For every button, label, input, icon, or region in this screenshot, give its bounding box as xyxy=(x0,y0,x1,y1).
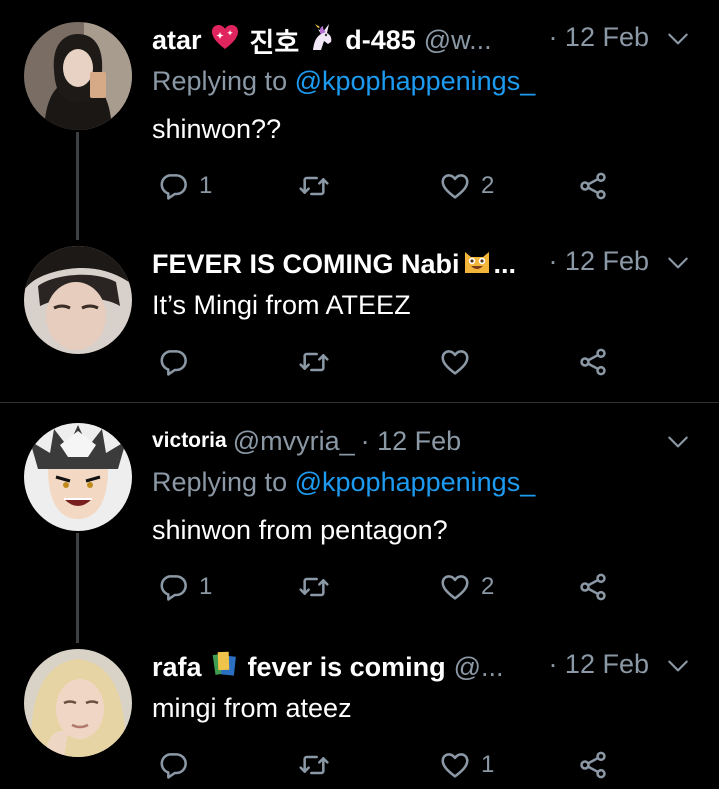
tweet-header: victoria @mvyria_ · 12 Feb xyxy=(152,423,461,459)
reply-count: 1 xyxy=(199,172,213,199)
tweet-text: shinwon from pentagon? xyxy=(152,515,448,545)
retweet-icon xyxy=(298,571,330,603)
reply-icon xyxy=(157,749,189,781)
replying-label: Replying to xyxy=(152,66,288,96)
avatar[interactable] xyxy=(24,22,132,130)
sparkling-heart-icon xyxy=(210,22,240,59)
like-icon xyxy=(439,346,471,378)
like-button[interactable] xyxy=(439,342,471,382)
like-button[interactable]: 2 xyxy=(439,166,494,206)
replying-to: Replying to @kpophappenings_ xyxy=(152,66,535,97)
action-bar: 1 2 xyxy=(152,567,622,607)
retweet-button[interactable] xyxy=(298,342,330,382)
action-bar: 1 xyxy=(152,745,622,785)
timestamp[interactable]: · 12 Feb xyxy=(548,22,649,53)
reply-button[interactable] xyxy=(157,342,189,382)
display-name[interactable]: rafa xyxy=(152,652,202,683)
share-icon xyxy=(577,346,609,378)
avatar[interactable] xyxy=(24,423,132,531)
display-name[interactable]: atar xyxy=(152,25,202,56)
chevron-down-icon[interactable] xyxy=(665,26,691,52)
handle[interactable]: @mvyria_ xyxy=(233,426,355,457)
retweet-button[interactable] xyxy=(298,567,330,607)
tweet-1[interactable]: atar 진호 d-485 @w... · 12 Feb Replying to… xyxy=(0,0,719,240)
tweet-header: rafa fever is coming @... xyxy=(152,649,504,685)
reply-icon xyxy=(157,571,189,603)
share-icon xyxy=(577,571,609,603)
like-icon xyxy=(439,170,471,202)
like-icon xyxy=(439,571,471,603)
reply-button[interactable]: 1 xyxy=(157,166,212,206)
display-name[interactable]: victoria xyxy=(152,429,227,453)
avatar[interactable] xyxy=(24,246,132,354)
retweet-icon xyxy=(298,749,330,781)
reply-button[interactable]: 1 xyxy=(157,567,212,607)
timestamp[interactable]: · 12 Feb xyxy=(548,246,649,277)
like-button[interactable]: 1 xyxy=(439,745,494,785)
display-name-korean[interactable]: 진호 xyxy=(250,21,300,60)
retweet-button[interactable] xyxy=(298,745,330,785)
smiling-cat-icon xyxy=(462,246,492,283)
like-count: 2 xyxy=(481,573,495,600)
share-button[interactable] xyxy=(577,342,609,382)
reply-button[interactable] xyxy=(157,745,189,785)
reply-icon xyxy=(157,170,189,202)
display-name-tail[interactable]: d-485 xyxy=(345,25,416,56)
share-icon xyxy=(577,749,609,781)
thread-line xyxy=(76,132,79,240)
replying-to: Replying to @kpophappenings_ xyxy=(152,467,535,498)
unicorn-icon xyxy=(307,22,337,59)
tweet-text: shinwon?? xyxy=(152,114,282,144)
share-button[interactable] xyxy=(577,745,609,785)
like-icon xyxy=(439,749,471,781)
reply-icon xyxy=(157,346,189,378)
timestamp[interactable]: · 12 Feb xyxy=(548,649,649,680)
action-bar xyxy=(152,342,622,382)
display-name-tail[interactable]: ... xyxy=(494,249,517,280)
avatar[interactable] xyxy=(24,649,132,757)
handle[interactable]: @w... xyxy=(424,25,492,56)
share-button[interactable] xyxy=(577,166,609,206)
like-count: 2 xyxy=(481,172,495,199)
reply-count: 1 xyxy=(199,573,213,600)
thread-line xyxy=(76,533,79,643)
books-icon xyxy=(210,649,240,686)
replying-label: Replying to xyxy=(152,467,288,497)
chevron-down-icon[interactable] xyxy=(665,429,691,455)
action-bar: 1 2 xyxy=(152,166,622,206)
tweet-header: atar 진호 d-485 @w... xyxy=(152,22,492,58)
chevron-down-icon[interactable] xyxy=(665,653,691,679)
display-name-tail[interactable]: fever is coming xyxy=(248,652,446,683)
mention-link[interactable]: @kpophappenings_ xyxy=(295,467,536,497)
tweet-text: mingi from ateez xyxy=(152,693,352,723)
share-icon xyxy=(577,170,609,202)
like-count: 1 xyxy=(481,751,495,778)
like-button[interactable]: 2 xyxy=(439,567,494,607)
tweet-3[interactable]: victoria @mvyria_ · 12 Feb Replying to @… xyxy=(0,403,719,643)
share-button[interactable] xyxy=(577,567,609,607)
tweet-2[interactable]: FEVER IS COMING Nabi ... · 12 Feb It’s M… xyxy=(0,240,719,402)
handle[interactable]: @... xyxy=(454,652,504,683)
mention-link[interactable]: @kpophappenings_ xyxy=(295,66,536,96)
display-name[interactable]: FEVER IS COMING Nabi xyxy=(152,249,460,280)
retweet-icon xyxy=(298,346,330,378)
tweet-header: FEVER IS COMING Nabi ... xyxy=(152,246,516,282)
tweet-4[interactable]: rafa fever is coming @... · 12 Feb mingi… xyxy=(0,643,719,789)
tweet-text: It’s Mingi from ATEEZ xyxy=(152,290,411,320)
chevron-down-icon[interactable] xyxy=(665,250,691,276)
timestamp[interactable]: · 12 Feb xyxy=(361,426,462,457)
retweet-icon xyxy=(298,170,330,202)
retweet-button[interactable] xyxy=(298,166,330,206)
